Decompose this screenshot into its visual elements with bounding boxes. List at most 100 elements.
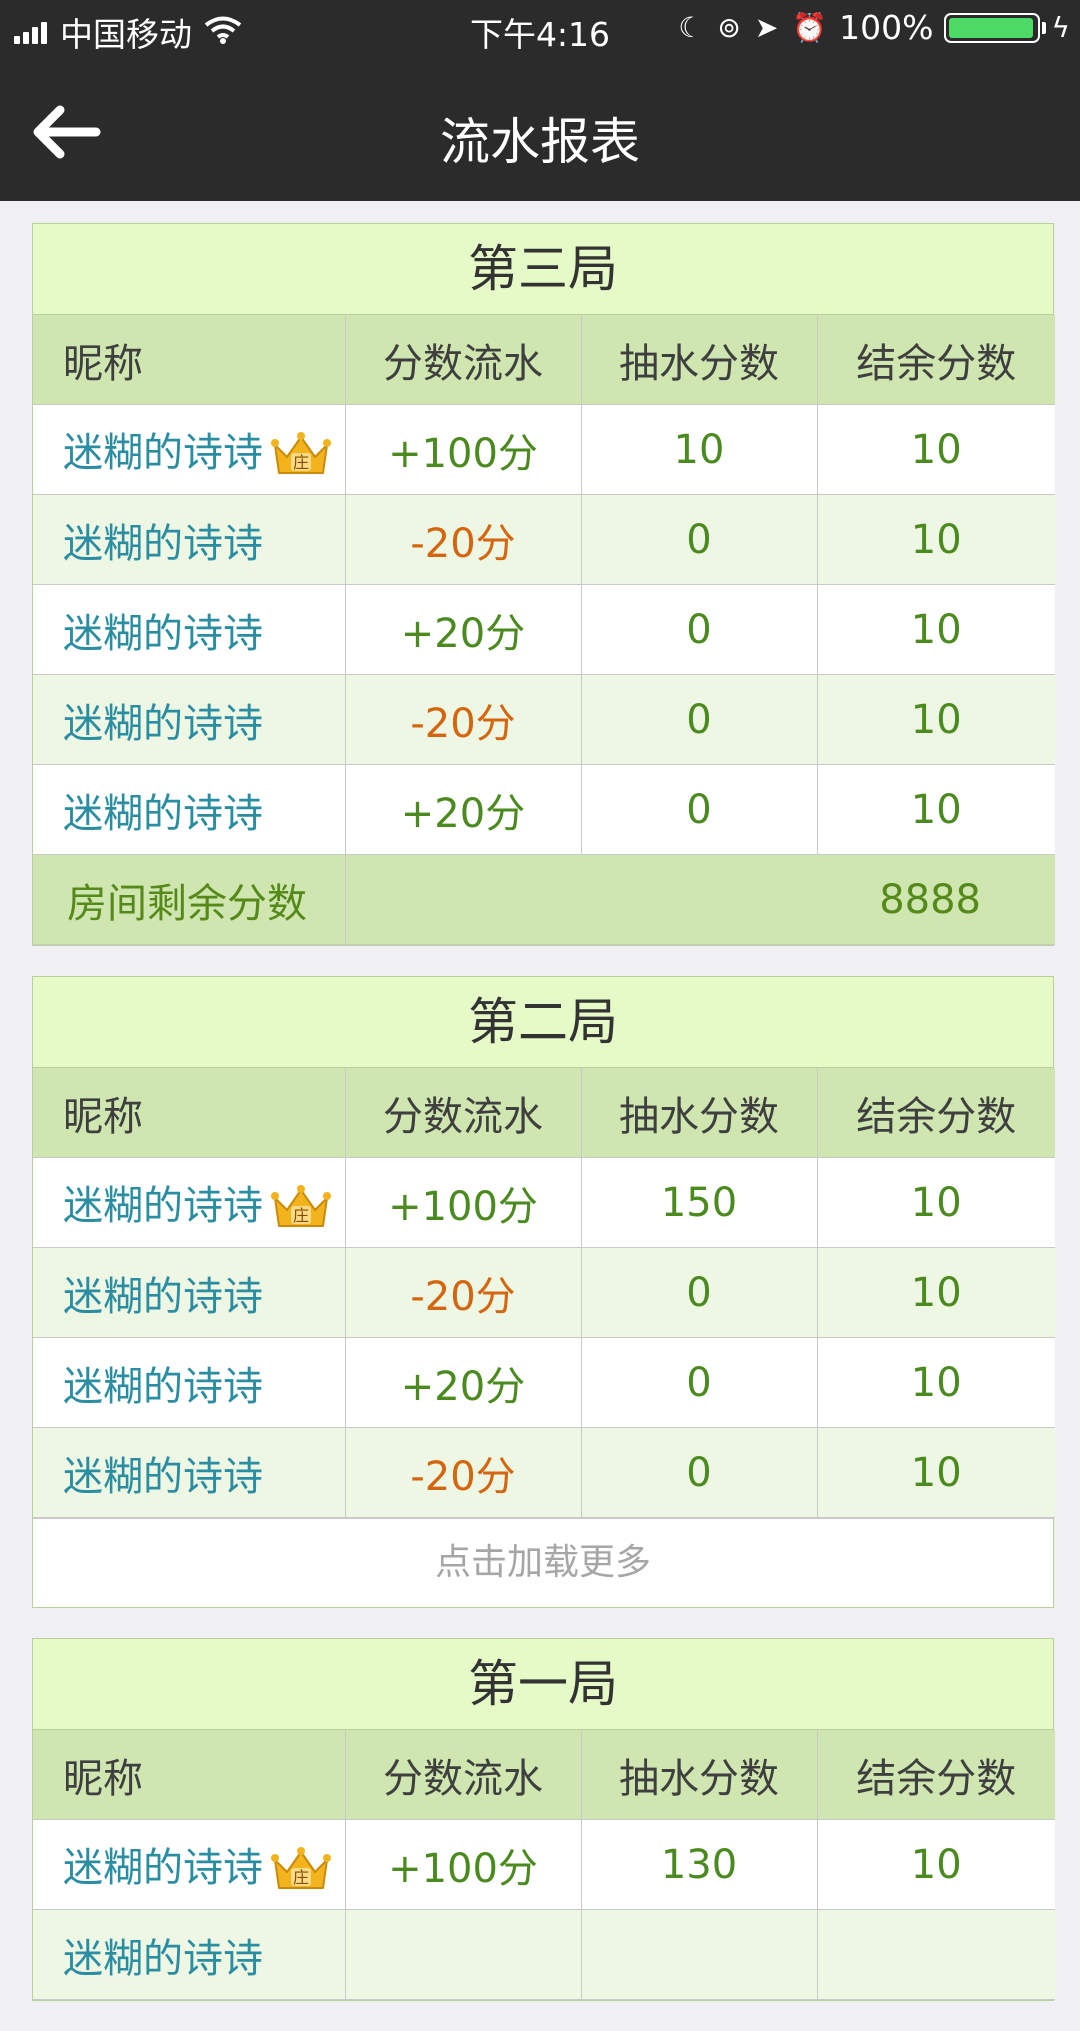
column-header-flow: 分数流水	[344, 1730, 582, 1820]
crown-icon: 庄	[269, 431, 333, 479]
table-row: 迷糊的诗诗 +20分 0 10	[33, 1337, 1055, 1428]
orientation-lock-icon: ⊚	[717, 11, 741, 44]
flow-cell: +100分	[344, 1157, 582, 1248]
balance-cell: 10	[816, 1337, 1055, 1428]
rake-cell: 10	[580, 404, 818, 495]
table-row: 迷糊的诗诗	[33, 1909, 1055, 2000]
rake-cell: 0	[580, 674, 818, 765]
table-row: 迷糊的诗诗 -20分 0 10	[33, 1427, 1055, 1518]
player-name-cell: 迷糊的诗诗	[33, 584, 346, 675]
rake-cell: 130	[580, 1819, 818, 1910]
balance-cell: 10	[816, 1427, 1055, 1518]
summary-row: 房间剩余分数 8888	[33, 854, 1055, 945]
rake-cell: 0	[580, 1247, 818, 1338]
location-icon: ➤	[754, 11, 779, 44]
table-row: 迷糊的诗诗 -20分 0 10	[33, 494, 1055, 585]
table-row: 迷糊的诗诗庄 +100分 150 10	[33, 1157, 1055, 1248]
load-more-button[interactable]: 点击加载更多	[33, 1518, 1053, 1607]
balance-cell: 10	[816, 584, 1055, 675]
round-table: 昵称 分数流水 抽水分数 结余分数 迷糊的诗诗庄 +100分 10 10 迷糊的…	[33, 315, 1055, 945]
balance-cell: 10	[816, 674, 1055, 765]
player-name: 迷糊的诗诗	[63, 1845, 263, 1891]
status-bar: 中国移动 下午4:16 ☾ ⊚ ➤ ⏰ 100% ϟ	[0, 0, 1080, 56]
player-name-cell: 迷糊的诗诗庄	[33, 1819, 346, 1910]
round-table: 昵称 分数流水 抽水分数 结余分数 迷糊的诗诗庄 +100分 150 10 迷糊…	[33, 1068, 1055, 1518]
column-header-flow: 分数流水	[344, 1068, 582, 1158]
room-remaining-value: 8888	[344, 854, 1055, 945]
balance-cell: 10	[816, 764, 1055, 855]
rake-cell: 0	[580, 1427, 818, 1518]
flow-cell: -20分	[344, 1427, 582, 1518]
round-title: 第三局	[33, 224, 1053, 315]
round-card: 第三局 昵称 分数流水 抽水分数 结余分数 迷糊的诗诗庄 +100分 10 10	[32, 223, 1055, 946]
column-header-flow: 分数流水	[344, 315, 582, 405]
report-list[interactable]: 第三局 昵称 分数流水 抽水分数 结余分数 迷糊的诗诗庄 +100分 10 10	[32, 223, 1055, 2031]
balance-cell: 10	[816, 1247, 1055, 1338]
player-name-cell: 迷糊的诗诗	[33, 1247, 346, 1338]
rake-cell: 150	[580, 1157, 818, 1248]
flow-cell	[344, 1909, 582, 2000]
round-table: 昵称 分数流水 抽水分数 结余分数 迷糊的诗诗庄 +100分 130 10 迷糊…	[33, 1730, 1055, 2000]
round-title: 第二局	[33, 977, 1053, 1068]
column-header-nickname: 昵称	[33, 1068, 346, 1158]
round-title: 第一局	[33, 1639, 1053, 1730]
balance-cell	[816, 1909, 1055, 2000]
balance-cell: 10	[816, 1819, 1055, 1910]
column-header-balance: 结余分数	[816, 1068, 1055, 1158]
battery-icon	[943, 12, 1040, 43]
table-row: 迷糊的诗诗 +20分 0 10	[33, 584, 1055, 675]
rake-cell: 0	[580, 584, 818, 675]
svg-text:庄: 庄	[293, 1868, 309, 1887]
battery-nub	[1041, 21, 1046, 34]
column-header-rake: 抽水分数	[580, 1068, 818, 1158]
table-header-row: 昵称 分数流水 抽水分数 结余分数	[33, 1730, 1055, 1820]
column-header-nickname: 昵称	[33, 315, 346, 405]
column-header-balance: 结余分数	[816, 1730, 1055, 1820]
table-header-row: 昵称 分数流水 抽水分数 结余分数	[33, 315, 1055, 405]
table-row: 迷糊的诗诗 -20分 0 10	[33, 1247, 1055, 1338]
charging-icon: ϟ	[1051, 11, 1070, 44]
rake-cell: 0	[580, 494, 818, 585]
player-name: 迷糊的诗诗	[63, 1183, 263, 1229]
moon-icon: ☾	[678, 11, 704, 44]
balance-cell: 10	[816, 494, 1055, 585]
player-name-cell: 迷糊的诗诗	[33, 764, 346, 855]
room-remaining-label: 房间剩余分数	[33, 854, 346, 945]
player-name-cell: 迷糊的诗诗庄	[33, 404, 346, 495]
player-name-cell: 迷糊的诗诗	[33, 1427, 346, 1518]
alarm-icon: ⏰	[792, 11, 828, 44]
flow-cell: +100分	[344, 1819, 582, 1910]
table-header-row: 昵称 分数流水 抽水分数 结余分数	[33, 1068, 1055, 1158]
flow-cell: -20分	[344, 494, 582, 585]
rake-cell	[580, 1909, 818, 2000]
flow-cell: +20分	[344, 584, 582, 675]
battery-percent: 100%	[839, 8, 934, 47]
flow-cell: +20分	[344, 1337, 582, 1428]
player-name-cell: 迷糊的诗诗	[33, 674, 346, 765]
crown-icon: 庄	[269, 1846, 333, 1894]
page-title: 流水报表	[440, 113, 640, 171]
svg-text:庄: 庄	[293, 1206, 309, 1225]
player-name-cell: 迷糊的诗诗	[33, 1337, 346, 1428]
flow-cell: +20分	[344, 764, 582, 855]
crown-icon: 庄	[269, 1184, 333, 1232]
table-row: 迷糊的诗诗庄 +100分 10 10	[33, 404, 1055, 495]
column-header-balance: 结余分数	[816, 315, 1055, 405]
rake-cell: 0	[580, 1337, 818, 1428]
rake-cell: 0	[580, 764, 818, 855]
status-right: ☾ ⊚ ➤ ⏰ 100% ϟ	[664, 8, 1070, 47]
player-name-cell: 迷糊的诗诗	[33, 494, 346, 585]
player-name-cell: 迷糊的诗诗庄	[33, 1157, 346, 1248]
column-header-rake: 抽水分数	[580, 1730, 818, 1820]
table-row: 迷糊的诗诗庄 +100分 130 10	[33, 1819, 1055, 1910]
nav-bar: 流水报表	[0, 56, 1080, 201]
column-header-rake: 抽水分数	[580, 315, 818, 405]
balance-cell: 10	[816, 404, 1055, 495]
flow-cell: +100分	[344, 404, 582, 495]
flow-cell: -20分	[344, 1247, 582, 1338]
round-card: 第二局 昵称 分数流水 抽水分数 结余分数 迷糊的诗诗庄 +100分 150 1…	[32, 976, 1055, 1608]
balance-cell: 10	[816, 1157, 1055, 1248]
table-row: 迷糊的诗诗 +20分 0 10	[33, 764, 1055, 855]
player-name: 迷糊的诗诗	[63, 430, 263, 476]
column-header-nickname: 昵称	[33, 1730, 346, 1820]
